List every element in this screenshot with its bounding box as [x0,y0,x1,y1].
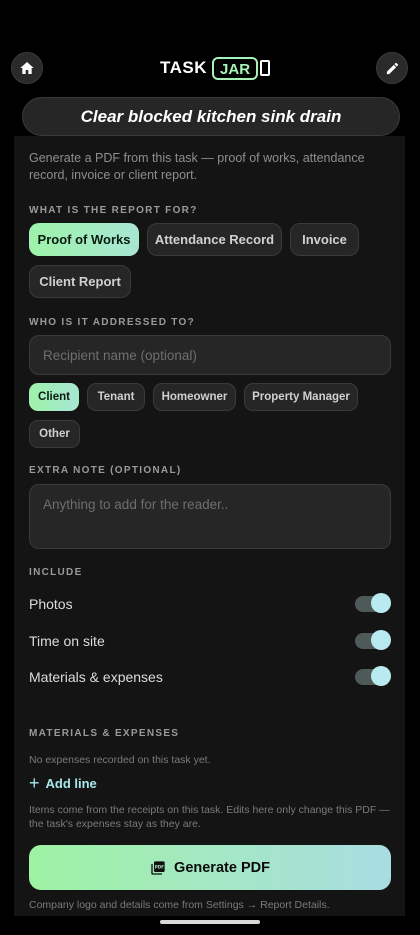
toggle-knob [371,630,391,650]
generate-pdf-label: Generate PDF [174,859,270,876]
footer-note: Company logo and details come from Setti… [29,899,330,911]
materials-note: Items come from the receipts on this tas… [29,804,390,830]
plus-icon: + [29,773,40,793]
svg-text:PDF: PDF [155,864,164,869]
logo-jar-text: JAR [212,56,259,80]
toggle-knob [371,666,391,686]
include-materials-toggle[interactable] [355,666,391,686]
logo-task-text: TASK [160,58,208,77]
task-title: Clear blocked kitchen sink drain [22,97,400,136]
home-button[interactable] [11,52,43,84]
generate-pdf-button[interactable]: PDF Generate PDF [29,845,391,890]
extra-note-label: EXTRA NOTE (OPTIONAL) [29,465,182,476]
recipient-name-input[interactable] [29,335,391,375]
pencil-icon [385,61,400,76]
include-photos-label: Photos [29,596,73,612]
header: TASK JAR [0,50,420,86]
include-materials-label: Materials & expenses [29,669,163,685]
addressed-to-label: WHO IS IT ADDRESSED TO? [29,317,196,328]
chip-invoice[interactable]: Invoice [290,223,359,256]
report-for-label: WHAT IS THE REPORT FOR? [29,205,198,216]
include-materials-row: Materials & expenses [29,666,391,688]
jar-lid-icon [260,60,271,76]
include-time-label: Time on site [29,633,105,649]
include-time-row: Time on site [29,630,391,652]
no-expenses-text: No expenses recorded on this task yet. [29,754,211,766]
include-time-toggle[interactable] [355,630,391,650]
pdf-icon: PDF [150,860,166,876]
include-label: INCLUDE [29,567,83,578]
chip-property-manager[interactable]: Property Manager [244,383,358,411]
app-logo: TASK JAR [160,56,271,80]
chip-tenant[interactable]: Tenant [87,383,145,411]
home-indicator [160,920,260,924]
add-line-label: Add line [45,775,97,791]
chip-attendance-record[interactable]: Attendance Record [147,223,282,256]
intro-text: Generate a PDF from this task — proof of… [29,151,365,182]
chip-client[interactable]: Client [29,383,79,411]
home-icon [19,60,35,76]
chip-other[interactable]: Other [29,420,80,448]
extra-note-field[interactable] [29,484,391,549]
include-photos-toggle[interactable] [355,593,391,613]
chip-client-report[interactable]: Client Report [29,265,131,298]
include-photos-row: Photos [29,593,391,615]
toggle-knob [371,593,391,613]
screen: TASK JAR Clear blocked kitchen sink drai… [0,0,420,935]
edit-button[interactable] [376,52,408,84]
add-line-button[interactable]: + Add line [29,773,97,793]
chip-proof-of-works[interactable]: Proof of Works [29,223,139,256]
chip-homeowner[interactable]: Homeowner [153,383,236,411]
materials-label: MATERIALS & EXPENSES [29,728,180,739]
